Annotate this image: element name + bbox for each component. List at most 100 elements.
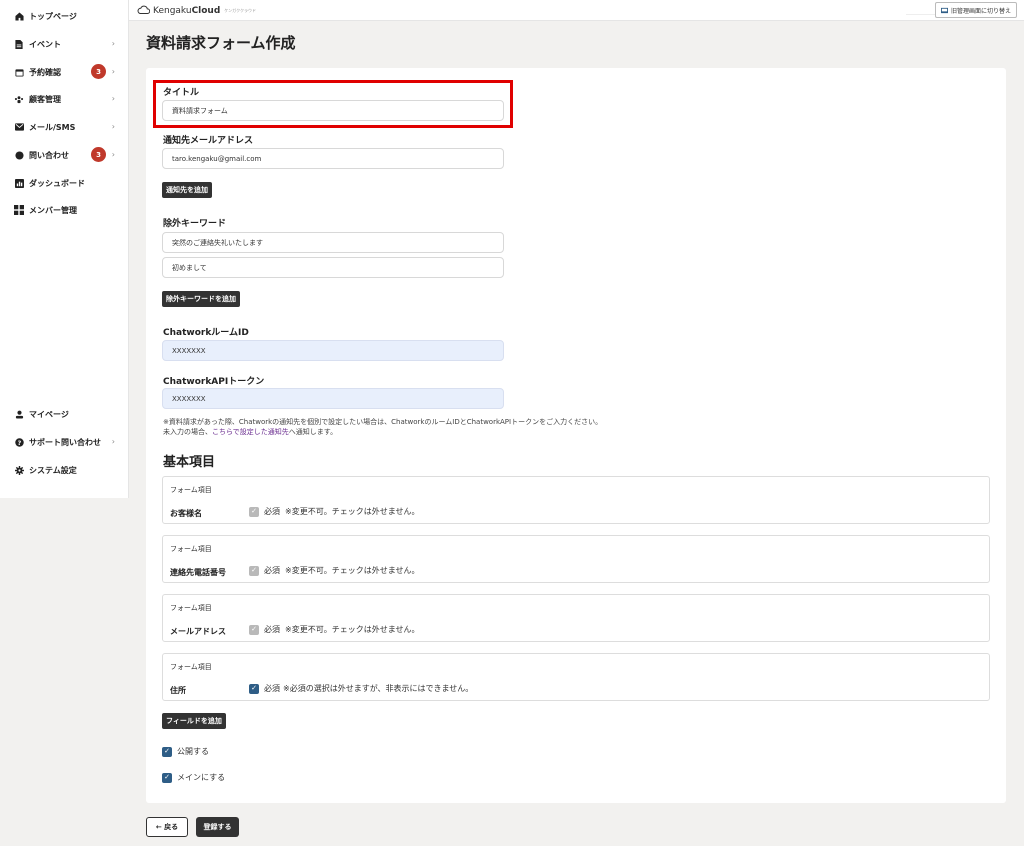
chevron-right-icon: › [111, 437, 115, 446]
chevron-right-icon: › [111, 39, 115, 48]
required-checkbox: ✓ [249, 506, 259, 517]
publish-label: 公開する [177, 747, 209, 756]
exclude-keyword-input-1[interactable]: 突然のご連絡失礼いたします [162, 232, 504, 253]
form-field-box: フォーム項目 住所 ✓ 必須 ※必須の選択は外せますが、非表示にはできません。 [162, 653, 990, 701]
sidebar-item-settings[interactable]: システム設定 [14, 460, 126, 480]
chevron-right-icon: › [111, 150, 115, 159]
required-label: 必須 [264, 507, 280, 516]
chatwork-token-input[interactable]: XXXXXXX [162, 388, 504, 409]
required-checkbox: ✓ [249, 624, 259, 635]
add-notify-button[interactable]: 通知先を追加 [162, 182, 212, 198]
required-label: 必須 [264, 625, 280, 634]
note-text: 未入力の場合、 [163, 428, 212, 436]
field-note: ※必須の選択は外せますが、非表示にはできません。 [283, 684, 474, 693]
field-name: お客様名 [170, 509, 202, 518]
chatwork-room-label: ChatworkルームID [163, 328, 249, 338]
field-type-label: フォーム項目 [170, 545, 212, 553]
sidebar-item-mypage[interactable]: マイページ [14, 404, 126, 424]
sidebar-item-label: マイページ [29, 409, 69, 419]
publish-toggle[interactable]: ✓ 公開する [162, 746, 209, 757]
top-bar: Kengaku Cloud ケンガククラウド 旧管理画面に切り替え [129, 0, 1024, 21]
gear-icon [14, 465, 24, 475]
sidebar-item-label: 顧客管理 [29, 94, 61, 104]
svg-text:?: ? [17, 439, 21, 446]
sidebar-item-support[interactable]: ? サポート問い合わせ › [14, 432, 126, 452]
switch-label: 旧管理画面に切り替え [950, 7, 1011, 15]
chatwork-note: ※資料請求があった際、Chatworkの通知先を個別で設定したい場合は、Chat… [163, 418, 603, 426]
sidebar-item-members[interactable]: メンバー管理 [14, 200, 126, 220]
notify-email-label: 通知先メールアドレス [163, 136, 254, 146]
chatwork-room-input[interactable]: XXXXXXX [162, 340, 504, 361]
app-logo[interactable]: Kengaku Cloud ケンガククラウド [137, 4, 256, 17]
person-icon [14, 409, 24, 419]
sidebar-item-inquiries[interactable]: 問い合わせ 3 › [14, 145, 126, 165]
submit-button[interactable]: 登録する [196, 817, 239, 837]
main-toggle[interactable]: ✓ メインにする [162, 772, 225, 783]
basic-section-title: 基本項目 [163, 455, 216, 470]
required-control: ✓ 必須 ※必須の選択は外せますが、非表示にはできません。 [249, 683, 473, 694]
switch-icon [940, 7, 948, 14]
help-icon: ? [14, 437, 24, 447]
required-checkbox[interactable]: ✓ [249, 683, 259, 694]
field-name: 連絡先電話番号 [170, 568, 226, 577]
sidebar-item-label: 予約確認 [29, 67, 61, 77]
title-input[interactable]: 資料請求フォーム [162, 100, 504, 121]
sidebar-item-label: サポート問い合わせ [29, 437, 101, 447]
field-note: ※変更不可。チェックは外せません。 [285, 625, 420, 634]
main-label: メインにする [177, 773, 226, 782]
sidebar-item-label: 問い合わせ [29, 150, 69, 160]
notification-badge: 3 [91, 147, 106, 162]
required-label: 必須 [264, 566, 280, 575]
back-button[interactable]: ← 戻る [146, 817, 188, 837]
sidebar-item-top[interactable]: トップページ [14, 6, 126, 26]
chart-icon [14, 178, 24, 188]
required-checkbox: ✓ [249, 565, 259, 576]
note-text: へ通知します。 [288, 428, 338, 436]
main-checkbox[interactable]: ✓ [162, 772, 172, 783]
logo-subtitle: ケンガククラウド [224, 7, 257, 13]
sidebar-item-events[interactable]: イベント › [14, 34, 126, 54]
sidebar-item-label: メンバー管理 [29, 205, 77, 215]
required-label: 必須 [264, 684, 280, 693]
sidebar-item-customers[interactable]: 顧客管理 › [14, 89, 126, 109]
chevron-right-icon: › [111, 94, 115, 103]
chatwork-note-fallback: 未入力の場合、こちらで設定した通知先へ通知します。 [163, 427, 337, 437]
logo-text-bold: Cloud [191, 5, 221, 16]
switch-legacy-admin-button[interactable]: 旧管理画面に切り替え [934, 2, 1017, 18]
document-icon [14, 39, 24, 49]
add-exclude-keyword-button[interactable]: 除外キーワードを追加 [162, 291, 240, 307]
exclude-keyword-input-2[interactable]: 初めまして [162, 257, 504, 278]
notification-badge: 3 [91, 64, 106, 79]
grid-icon [14, 205, 24, 215]
users-icon [14, 94, 24, 104]
required-control: ✓ 必須 ※変更不可。チェックは外せません。 [249, 506, 419, 517]
sidebar-item-label: ダッシュボード [29, 178, 85, 188]
publish-checkbox[interactable]: ✓ [162, 746, 172, 757]
chat-icon [14, 150, 24, 160]
page-title: 資料請求フォーム作成 [146, 34, 296, 52]
logo-text-light: Kengaku [153, 5, 192, 16]
calendar-icon [14, 67, 24, 77]
sidebar-item-label: イベント [29, 39, 61, 49]
chevron-right-icon: › [111, 122, 115, 131]
sidebar-item-label: メール/SMS [29, 122, 76, 132]
chatwork-token-label: ChatworkAPIトークン [163, 377, 265, 387]
notify-settings-link[interactable]: こちらで設定した通知先 [212, 428, 289, 436]
field-name: メールアドレス [170, 627, 226, 636]
field-type-label: フォーム項目 [170, 604, 212, 612]
sidebar-item-reservations[interactable]: 予約確認 3 › [14, 62, 126, 82]
sidebar-item-label: トップページ [29, 11, 77, 21]
notify-email-input[interactable]: taro.kengaku@gmail.com [162, 148, 504, 169]
sidebar: トップページ イベント › 予約確認 3 › 顧客管理 › メール/SMS › … [0, 0, 129, 498]
title-label: タイトル [163, 88, 200, 98]
sidebar-item-mail-sms[interactable]: メール/SMS › [14, 117, 126, 137]
field-type-label: フォーム項目 [170, 663, 212, 671]
add-field-button[interactable]: フィールドを追加 [162, 713, 226, 729]
field-name: 住所 [170, 686, 186, 695]
form-field-box: フォーム項目 連絡先電話番号 ✓ 必須 ※変更不可。チェックは外せません。 [162, 535, 990, 583]
sidebar-item-dashboard[interactable]: ダッシュボード [14, 173, 126, 193]
form-field-box: フォーム項目 お客様名 ✓ 必須 ※変更不可。チェックは外せません。 [162, 476, 990, 524]
form-card: タイトル 資料請求フォーム 通知先メールアドレス taro.kengaku@gm… [146, 68, 1006, 803]
required-control: ✓ 必須 ※変更不可。チェックは外せません。 [249, 624, 419, 635]
cloud-logo-icon [137, 4, 151, 17]
